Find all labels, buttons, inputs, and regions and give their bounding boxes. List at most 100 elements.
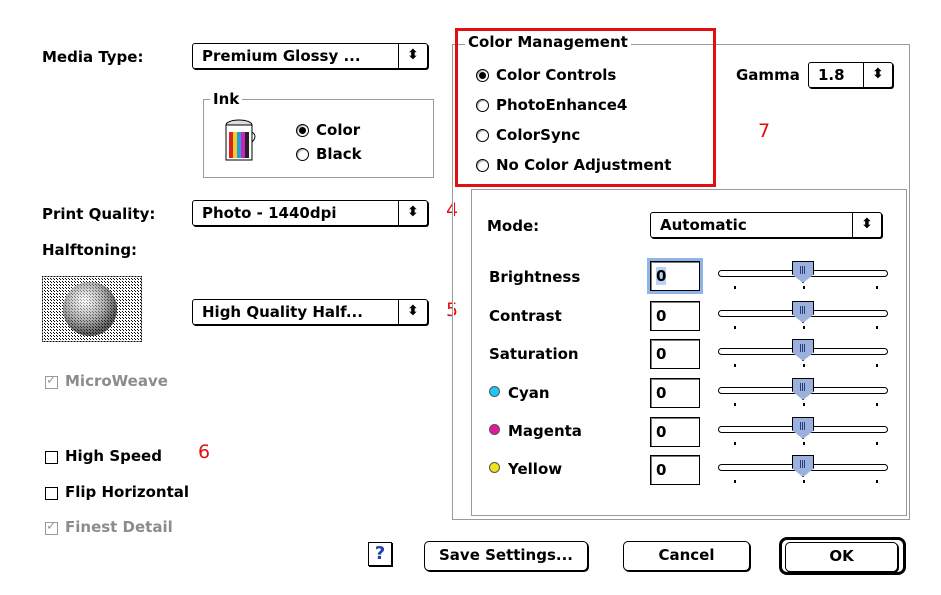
gamma-popup[interactable]: 1.8 ⬍ [808,62,893,88]
slider-grip [800,306,806,314]
slider-tick [734,403,736,406]
cyan-text: Cyan [508,384,550,402]
mode-label: Mode: [487,217,540,235]
brightness-slider[interactable] [718,261,890,289]
slider-tick [803,480,805,483]
contrast-field[interactable]: 0 [650,301,700,331]
slider-grip [800,383,806,391]
checkbox-checked-icon: ✓ [45,373,58,389]
contrast-value: 0 [656,307,667,325]
slider-tick [803,286,805,289]
ink-color-label: Color [316,121,361,139]
halftoning-label: Halftoning: [42,241,138,259]
radio-selected-icon [476,69,489,82]
up-down-arrows-icon: ⬍ [398,201,427,225]
gamma-label: Gamma [736,66,800,84]
saturation-field[interactable]: 0 [650,339,700,369]
radio-unselected-icon [476,159,489,172]
cancel-button[interactable]: Cancel [623,541,750,571]
cyan-slider[interactable] [718,378,890,406]
saturation-label: Saturation [489,345,579,363]
yellow-text: Yellow [508,460,563,478]
cyan-field[interactable]: 0 [650,378,700,408]
up-down-arrows-icon: ⬍ [863,63,892,87]
cyan-label: Cyan [489,384,550,402]
radio-unselected-icon [296,148,309,161]
up-down-arrows-icon: ⬍ [398,44,427,68]
slider-tick [876,364,878,367]
magenta-dot-icon [489,424,500,435]
ok-button[interactable]: OK [785,542,898,572]
checkbox-unchecked-icon [45,451,58,464]
checkbox-checked-icon: ✓ [45,519,58,535]
slider-grip [800,344,806,352]
slider-tick [876,442,878,445]
annotation-number: 6 [198,441,211,463]
slider-tick [734,442,736,445]
yellow-value: 0 [656,461,667,479]
slider-tick [803,403,805,406]
slider-tick [734,364,736,367]
brightness-field[interactable]: 0 [647,258,703,294]
print-quality-label: Print Quality: [42,205,156,223]
slider-tick [803,442,805,445]
high-speed-label: High Speed [65,447,162,465]
finest-detail-label: Finest Detail [65,518,173,536]
help-button[interactable]: ? [368,542,392,566]
media-type-label: Media Type: [42,48,144,66]
slider-tick [876,480,878,483]
radio-unselected-icon [476,99,489,112]
yellow-slider[interactable] [718,455,890,483]
slider-grip [800,460,806,468]
annotation-number: 7 [758,120,771,142]
gamma-value: 1.8 [818,66,845,84]
brightness-value: 0 [656,267,667,285]
slider-grip [800,422,806,430]
slider-tick [876,326,878,329]
microweave-label: MicroWeave [65,372,168,390]
magenta-slider[interactable] [718,417,890,445]
up-down-arrows-icon: ⬍ [398,300,427,324]
slider-tick [734,286,736,289]
yellow-field[interactable]: 0 [650,455,700,485]
media-type-popup[interactable]: Premium Glossy ... ⬍ [192,43,428,69]
yellow-dot-icon [489,462,500,473]
mode-value: Automatic [660,216,747,234]
saturation-slider[interactable] [718,339,890,367]
ink-cartridge-icon [225,119,256,161]
media-type-value: Premium Glossy ... [202,47,361,65]
slider-tick [876,286,878,289]
slider-tick [876,403,878,406]
flip-horizontal-label: Flip Horizontal [65,483,190,501]
halftone-preview-icon [42,276,142,342]
slider-tick [803,364,805,367]
checkbox-unchecked-icon [45,487,58,500]
print-quality-value: Photo - 1440dpi [202,204,337,222]
slider-tick [734,326,736,329]
colorsync-label: ColorSync [496,126,581,144]
saturation-value: 0 [656,345,667,363]
contrast-label: Contrast [489,307,562,325]
cyan-value: 0 [656,384,667,402]
slider-tick [734,480,736,483]
cyan-dot-icon [489,386,500,397]
print-quality-popup[interactable]: Photo - 1440dpi ⬍ [192,200,428,226]
print-settings-dialog: Media Type: Premium Glossy ... ⬍ Ink Col… [0,0,941,595]
ink-group-title: Ink [210,90,243,108]
slider-grip [800,266,806,274]
contrast-slider[interactable] [718,301,890,329]
radio-selected-icon [296,124,309,137]
magenta-text: Magenta [508,422,582,440]
save-settings-button[interactable]: Save Settings... [424,541,588,571]
magenta-field[interactable]: 0 [650,417,700,447]
halftoning-value: High Quality Half... [202,303,363,321]
slider-tick [803,326,805,329]
yellow-label: Yellow [489,460,562,478]
up-down-arrows-icon: ⬍ [852,213,881,237]
halftoning-popup[interactable]: High Quality Half... ⬍ [192,299,428,325]
brightness-label: Brightness [489,268,581,286]
no-color-adjustment-label: No Color Adjustment [496,156,672,174]
magenta-label: Magenta [489,422,582,440]
mode-popup[interactable]: Automatic ⬍ [650,212,882,238]
color-controls-label: Color Controls [496,66,617,84]
